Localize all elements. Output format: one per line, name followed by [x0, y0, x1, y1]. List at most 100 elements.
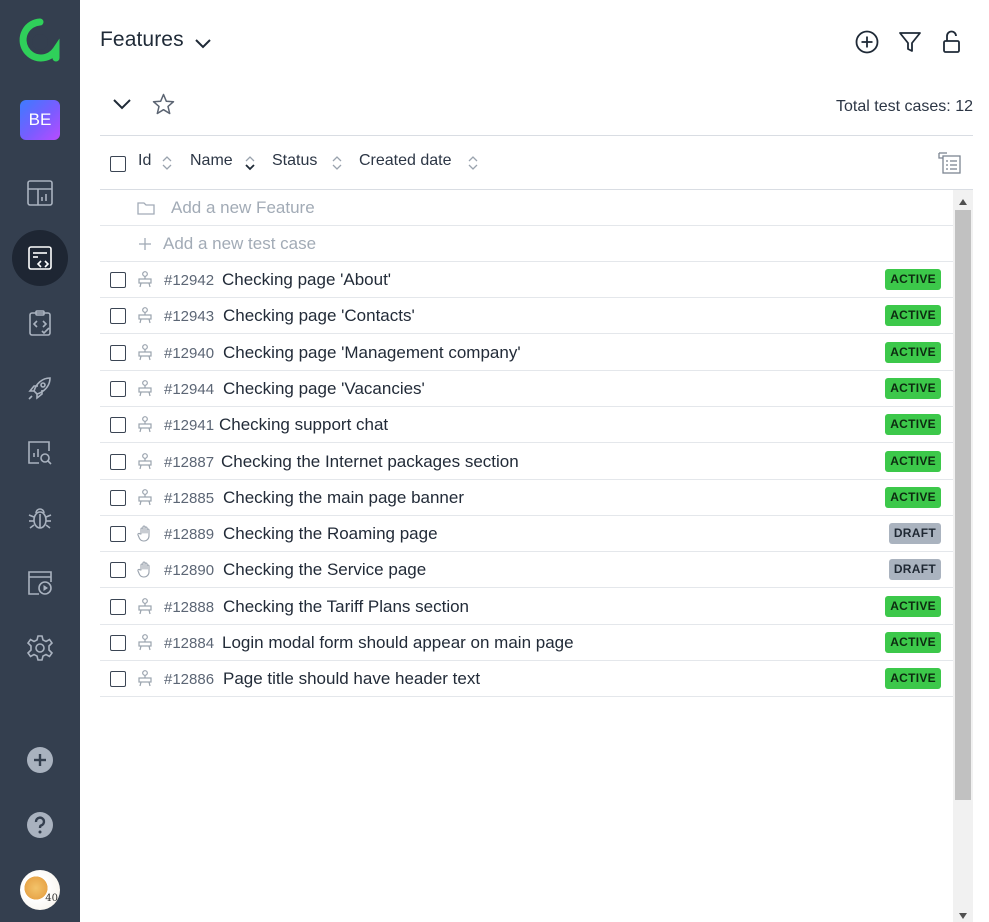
row-checkbox[interactable]	[110, 598, 126, 615]
sidebar-item-analytics[interactable]	[12, 425, 68, 481]
row-checkbox[interactable]	[110, 526, 126, 543]
test-case-id: #12941	[164, 417, 215, 435]
table-row[interactable]: #12940 Checking page 'Management company'…	[100, 335, 953, 371]
sidebar-item-jobs[interactable]	[12, 555, 68, 611]
chevron-down-icon[interactable]	[193, 33, 213, 53]
project-badge[interactable]: BE	[20, 100, 60, 140]
table-row[interactable]: #12890 Checking the Service page DRAFT	[100, 552, 953, 589]
test-case-name[interactable]: Checking the Service page	[223, 560, 426, 580]
sort-icon[interactable]	[332, 154, 342, 172]
row-checkbox[interactable]	[110, 562, 126, 579]
automated-robot-icon	[138, 488, 152, 505]
row-checkbox[interactable]	[110, 671, 126, 688]
test-case-name[interactable]: Checking the Roaming page	[223, 524, 438, 544]
status-badge: DRAFT	[888, 559, 941, 581]
row-checkbox[interactable]	[110, 272, 126, 288]
sidebar-item-defects[interactable]	[12, 490, 68, 546]
table-header: Id Name Status Created date	[100, 136, 973, 190]
page-title[interactable]: Features	[100, 28, 184, 52]
test-case-name[interactable]: Checking page 'Contacts'	[223, 306, 415, 326]
table-row[interactable]: #12889 Checking the Roaming page DRAFT	[100, 516, 953, 553]
automated-robot-icon	[138, 634, 152, 651]
test-case-name[interactable]: Checking the Tariff Plans section	[223, 597, 469, 617]
test-case-name[interactable]: Page title should have header text	[223, 669, 480, 689]
star-icon[interactable]	[151, 92, 176, 117]
row-checkbox[interactable]	[110, 344, 126, 361]
app-logo-icon[interactable]	[18, 18, 62, 62]
test-case-name[interactable]: Login modal form should appear on main p…	[222, 633, 574, 653]
status-badge: ACTIVE	[885, 377, 941, 399]
sidebar-item-test-plans[interactable]	[12, 295, 68, 351]
test-case-name[interactable]: Checking the main page banner	[223, 488, 464, 508]
status-badge: ACTIVE	[885, 305, 941, 327]
sort-icon[interactable]	[468, 154, 478, 172]
defects-icon	[28, 508, 52, 529]
unlock-icon[interactable]	[939, 29, 965, 55]
scroll-up-icon[interactable]	[958, 198, 968, 206]
row-checkbox[interactable]	[110, 380, 126, 397]
scroll-down-icon[interactable]	[958, 912, 968, 920]
collapse-chevron-icon[interactable]	[110, 93, 134, 115]
help-icon[interactable]	[25, 810, 55, 840]
test-case-id: #12884	[164, 635, 215, 652]
test-case-id: #12885	[164, 489, 215, 507]
automated-robot-icon	[138, 271, 152, 288]
filter-icon[interactable]	[897, 29, 923, 55]
column-id[interactable]: Id	[138, 152, 151, 170]
add-test-case-row[interactable]: Add a new test case	[100, 226, 953, 262]
add-icon[interactable]	[25, 745, 55, 775]
column-status[interactable]: Status	[272, 152, 317, 170]
test-cases-icon	[28, 246, 52, 270]
status-badge: DRAFT	[888, 523, 941, 545]
table-row[interactable]: #12884 Login modal form should appear on …	[100, 625, 953, 661]
sort-desc-icon[interactable]	[245, 154, 255, 172]
sidebar-item-launches[interactable]	[12, 360, 68, 416]
scrollbar[interactable]	[953, 190, 973, 922]
avatar[interactable]: 40	[20, 870, 60, 910]
total-test-cases: Total test cases: 12	[836, 98, 973, 115]
sidebar-item-test-cases[interactable]	[12, 230, 68, 286]
automated-robot-icon	[138, 343, 152, 360]
test-case-id: #12944	[164, 380, 215, 398]
column-name[interactable]: Name	[190, 152, 233, 170]
manual-hand-icon	[137, 561, 150, 578]
add-feature-label: Add a new Feature	[171, 198, 315, 217]
row-checkbox[interactable]	[110, 635, 126, 651]
add-feature-row[interactable]: Add a new Feature	[100, 190, 953, 226]
test-case-id: #12943	[164, 308, 215, 326]
test-case-id: #12886	[164, 671, 215, 689]
sort-icon[interactable]	[162, 154, 172, 172]
row-checkbox[interactable]	[110, 417, 126, 434]
tree-view-icon[interactable]	[937, 150, 963, 176]
test-case-name[interactable]: Checking support chat	[219, 415, 388, 435]
sidebar-item-dashboards[interactable]	[12, 165, 68, 221]
automated-robot-icon	[138, 670, 152, 687]
table-row[interactable]: #12944 Checking page 'Vacancies' ACTIVE	[100, 371, 953, 407]
table-row[interactable]: #12942 Checking page 'About' ACTIVE	[100, 262, 953, 298]
test-case-name[interactable]: Checking page 'About'	[222, 270, 391, 290]
test-case-name[interactable]: Checking page 'Vacancies'	[223, 379, 425, 399]
select-all-checkbox[interactable]	[110, 156, 126, 172]
test-case-id: #12940	[164, 344, 215, 362]
status-badge: ACTIVE	[885, 595, 941, 617]
manual-hand-icon	[137, 525, 150, 542]
test-case-name[interactable]: Checking the Internet packages section	[221, 452, 519, 472]
scroll-thumb[interactable]	[955, 210, 971, 800]
add-icon[interactable]	[854, 29, 880, 55]
status-badge: ACTIVE	[885, 269, 941, 290]
status-badge: ACTIVE	[885, 632, 941, 653]
column-created-date[interactable]: Created date	[359, 152, 452, 170]
table-row[interactable]: #12887 Checking the Internet packages sec…	[100, 444, 953, 480]
row-checkbox[interactable]	[110, 453, 126, 470]
table-row[interactable]: #12888 Checking the Tariff Plans section A…	[100, 589, 953, 625]
table-row[interactable]: #12885 Checking the main page banner ACTIV…	[100, 480, 953, 516]
test-case-name[interactable]: Checking page 'Management company'	[223, 343, 521, 363]
row-checkbox[interactable]	[110, 489, 126, 506]
table-row[interactable]: #12941 Checking support chat ACTIVE	[100, 407, 953, 444]
plus-icon	[139, 238, 151, 250]
row-checkbox[interactable]	[110, 308, 126, 325]
table-row[interactable]: #12886 Page title should have header text…	[100, 661, 953, 698]
sidebar-item-settings[interactable]	[12, 620, 68, 676]
status-badge: ACTIVE	[885, 668, 941, 690]
table-row[interactable]: #12943 Checking page 'Contacts' ACTIVE	[100, 298, 953, 335]
